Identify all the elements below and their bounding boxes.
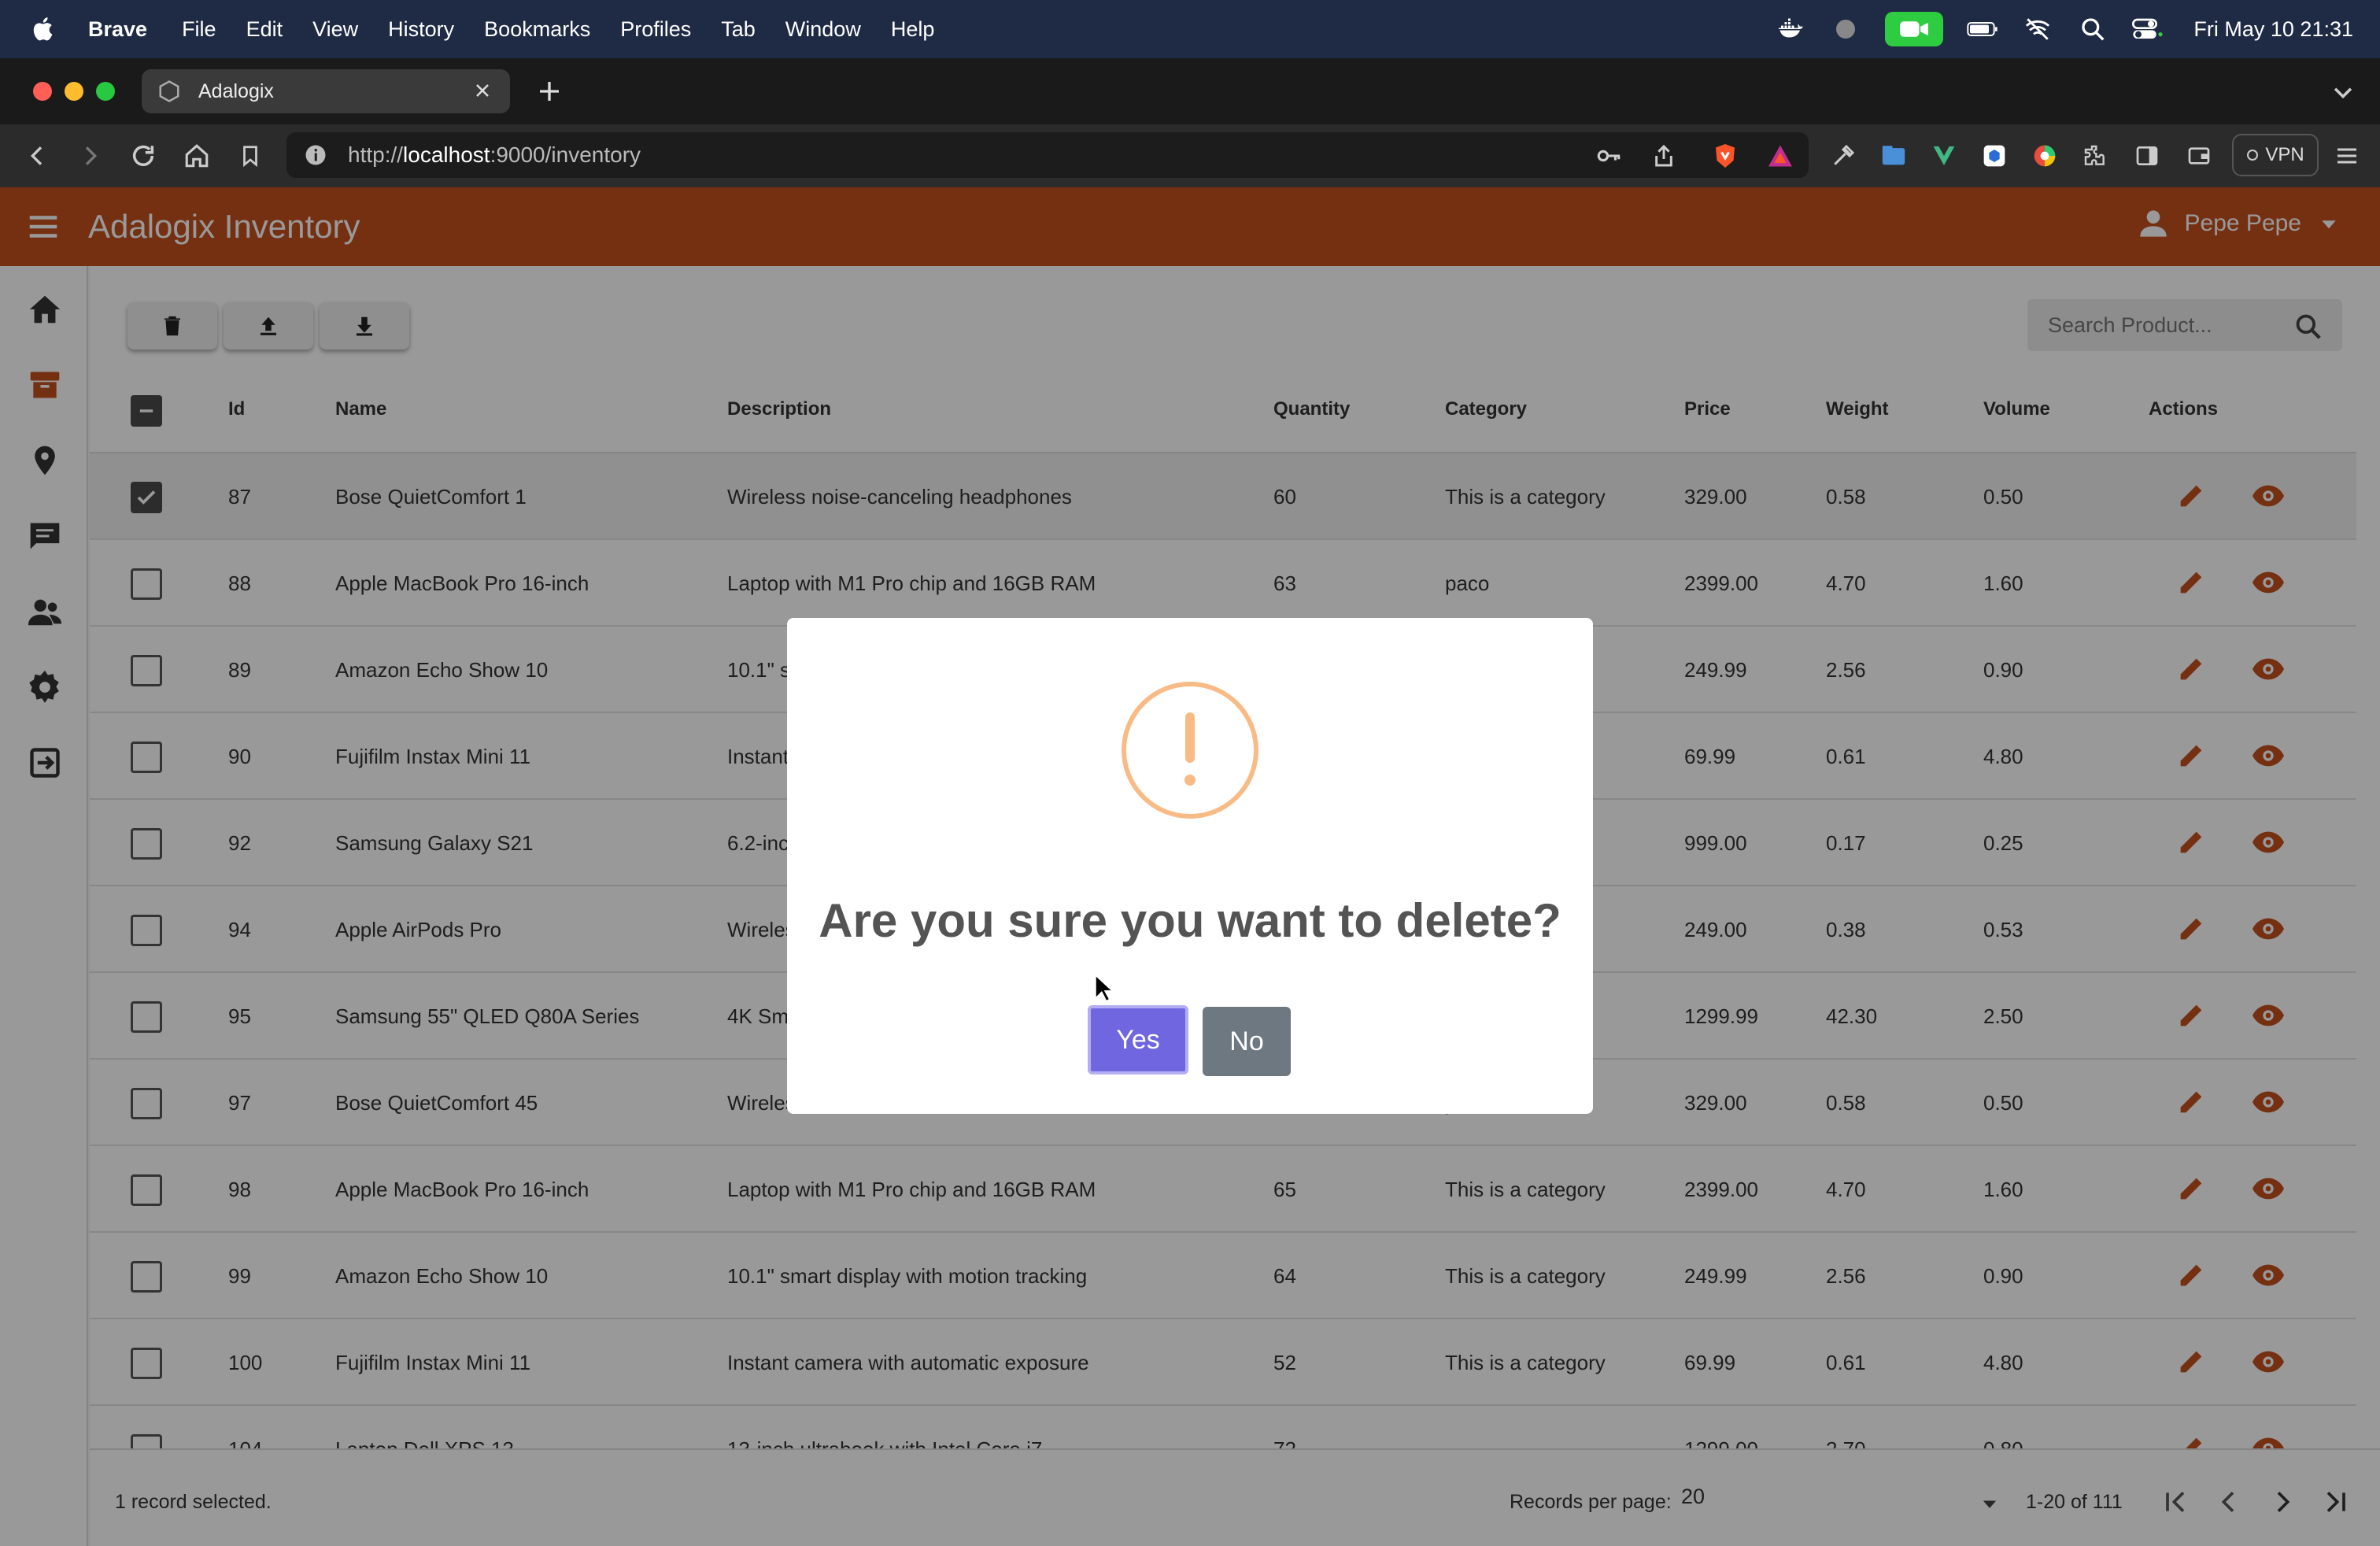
apple-logo-icon[interactable] bbox=[30, 15, 58, 43]
extension-box-icon[interactable] bbox=[1979, 140, 2010, 172]
share-icon[interactable] bbox=[1648, 140, 1680, 172]
docker-icon[interactable] bbox=[1775, 13, 1806, 45]
url-prefix: http:// bbox=[348, 142, 404, 167]
home-icon[interactable] bbox=[181, 140, 213, 172]
circle-status-icon[interactable] bbox=[1830, 13, 1861, 45]
cancel-no-button[interactable]: No bbox=[1203, 1007, 1291, 1076]
vpn-label: VPN bbox=[2265, 144, 2304, 165]
macos-menu-bar: Brave File Edit View History Bookmarks P… bbox=[0, 0, 2380, 58]
chevron-down-icon[interactable] bbox=[2330, 79, 2356, 105]
tab-title: Adalogix bbox=[198, 80, 274, 102]
facetime-icon[interactable] bbox=[1885, 12, 1944, 46]
eyedropper-icon[interactable] bbox=[1828, 140, 1859, 172]
menu-clock[interactable]: Fri May 10 21:31 bbox=[2193, 17, 2353, 42]
brave-shields-icon[interactable] bbox=[1709, 140, 1741, 172]
forward-icon[interactable] bbox=[74, 140, 105, 172]
app-menu: Brave File Edit View History Bookmarks P… bbox=[88, 17, 964, 42]
mouse-cursor-icon bbox=[1094, 973, 1114, 1003]
sidebar-toggle-icon[interactable] bbox=[2131, 140, 2163, 172]
bookmark-icon[interactable] bbox=[235, 140, 266, 172]
vpn-dot-icon bbox=[2247, 150, 2259, 161]
menu-profiles[interactable]: Profiles bbox=[620, 17, 691, 42]
menu-window[interactable]: Window bbox=[785, 17, 861, 42]
delete-confirmation-dialog: Are you sure you want to delete? Yes No bbox=[787, 618, 1593, 1114]
menu-help[interactable]: Help bbox=[891, 17, 935, 42]
confirm-yes-button[interactable]: Yes bbox=[1088, 1005, 1188, 1074]
url-path: :9000/inventory bbox=[490, 142, 641, 167]
menu-view[interactable]: View bbox=[312, 17, 358, 42]
spotlight-search-icon[interactable] bbox=[2077, 13, 2108, 45]
url-host: localhost bbox=[403, 142, 490, 167]
site-info-icon[interactable] bbox=[304, 143, 327, 167]
zoom-window-button[interactable] bbox=[96, 82, 115, 101]
battery-icon[interactable] bbox=[1967, 13, 1998, 45]
vue-devtools-icon[interactable] bbox=[1928, 140, 1960, 172]
minimize-window-button[interactable] bbox=[65, 82, 83, 101]
browser-menu-icon[interactable] bbox=[2331, 140, 2363, 172]
menu-bookmarks[interactable]: Bookmarks bbox=[484, 17, 590, 42]
wallet-icon[interactable] bbox=[2183, 140, 2215, 172]
menu-history[interactable]: History bbox=[388, 17, 454, 42]
wifi-off-icon[interactable] bbox=[2022, 13, 2053, 45]
folder-extension-icon[interactable] bbox=[1878, 140, 1909, 172]
status-area: Fri May 10 21:31 bbox=[1775, 0, 2353, 58]
key-icon[interactable] bbox=[1593, 140, 1624, 172]
menu-edit[interactable]: Edit bbox=[246, 17, 283, 42]
browser-tab[interactable]: Adalogix bbox=[142, 69, 510, 113]
puzzle-extensions-icon[interactable] bbox=[2079, 140, 2111, 172]
brave-rewards-icon[interactable] bbox=[1765, 140, 1796, 172]
tab-favicon-icon bbox=[159, 80, 179, 102]
control-center-icon[interactable] bbox=[2132, 13, 2164, 45]
close-window-button[interactable] bbox=[33, 82, 52, 101]
address-bar[interactable]: http://localhost:9000/inventory bbox=[286, 132, 1809, 178]
dialog-message: Are you sure you want to delete? bbox=[819, 894, 1561, 947]
menu-file[interactable]: File bbox=[182, 17, 216, 42]
menu-app-name[interactable]: Brave bbox=[88, 17, 147, 42]
close-tab-icon[interactable] bbox=[469, 77, 496, 104]
reload-icon[interactable] bbox=[128, 140, 159, 172]
warning-icon bbox=[1122, 682, 1258, 819]
back-icon[interactable] bbox=[22, 140, 54, 172]
menu-tab[interactable]: Tab bbox=[721, 17, 756, 42]
vpn-button[interactable]: VPN bbox=[2232, 134, 2319, 176]
new-tab-icon[interactable] bbox=[534, 76, 565, 107]
colorful-extension-icon[interactable] bbox=[2029, 140, 2060, 172]
